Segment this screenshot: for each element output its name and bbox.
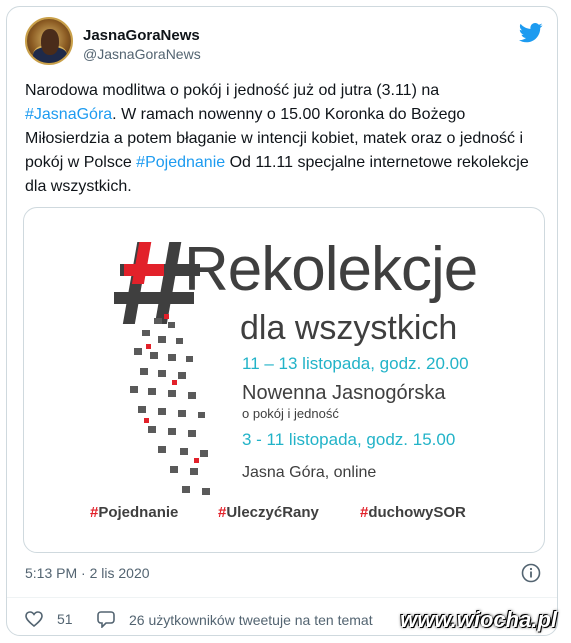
media-hashtag-text: UleczyćRany [226,504,319,521]
twitter-bird-icon[interactable] [519,23,543,43]
info-icon[interactable] [521,563,541,583]
like-button[interactable]: 51 [25,611,73,627]
media-hashtag: #UleczyćRany [218,504,319,521]
avatar-face [41,29,59,55]
heart-icon [25,611,43,627]
media-hashtag: #duchowySOR [360,504,466,521]
media-place: Jasna Góra, online [242,464,377,481]
tweet-timestamp[interactable]: 5:13 PM · 2 lis 2020 [25,565,150,581]
media-hashtag: #Pojednanie [90,504,178,521]
media-novena-subtitle: o pokój i jedność [242,406,339,421]
media-novena-title: Nowenna Jasnogórska [242,382,446,404]
author-handle[interactable]: @JasnaGoraNews [83,46,201,62]
retweet-summary-text: 26 użytkowników tweetuje na ten temat [129,611,373,628]
hashtag-pojednanie-link[interactable]: #Pojednanie [136,154,225,171]
tweet-card[interactable]: JasnaGoraNews @JasnaGoraNews Narodowa mo… [6,6,558,636]
author-name[interactable]: JasnaGoraNews [83,27,200,44]
media-subtitle: dla wszystkich [240,309,458,347]
tweet-text: Narodowa modlitwa o pokój i jedność już … [25,79,545,199]
crowd-graphic [130,314,210,495]
hashtag-jasnagora-link[interactable]: #JasnaGóra [25,106,112,123]
media-hashtag-text: duchowySOR [368,504,466,521]
media-title: Rekolekcje [184,235,478,304]
watermark: www.wiocha.pl [400,607,557,632]
media-hashtag-text: Pojednanie [98,504,179,521]
tweet-text-part: Narodowa modlitwa o pokój i jedność już … [25,82,440,99]
retweet-summary-button[interactable]: 26 użytkowników tweetuje na ten temat [97,611,373,628]
media-date-rekolekcje: 11 – 13 listopada, godz. 20.00 [242,354,469,373]
media-date-novena: 3 - 11 listopada, godz. 15.00 [242,430,456,449]
tweet-media-image[interactable]: Rekolekcje dla wszystkich 11 – 13 listop… [23,207,545,553]
speech-bubble-icon [97,611,115,628]
divider [7,597,557,598]
like-count: 51 [57,611,73,627]
avatar[interactable] [25,17,73,65]
